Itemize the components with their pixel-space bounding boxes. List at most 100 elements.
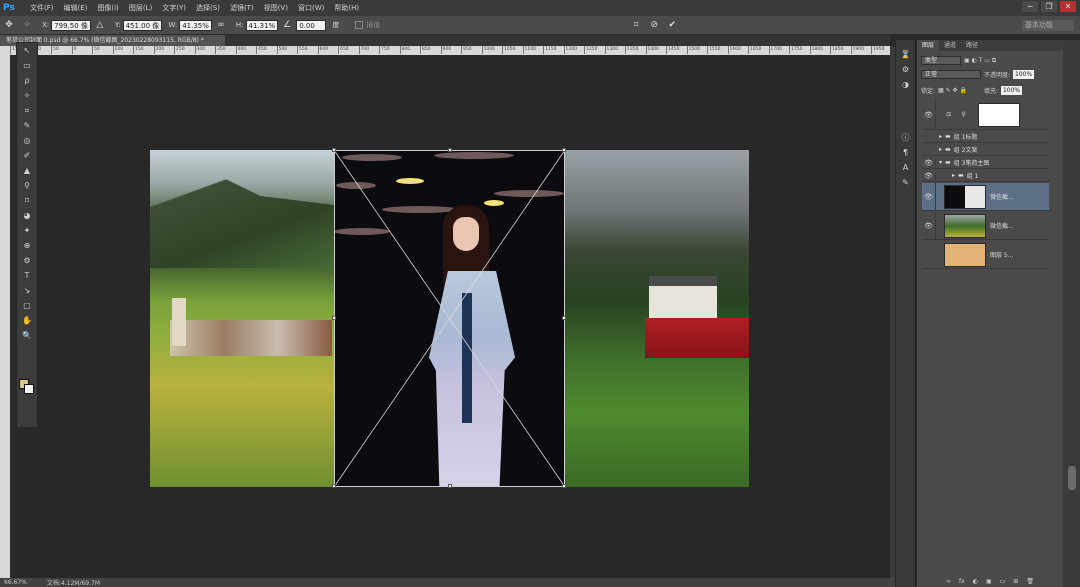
layer-filter-dropdown[interactable]: 类型 (921, 56, 961, 65)
commit-icon[interactable]: ✔ (666, 19, 678, 31)
tool-button[interactable]: ⌑ (18, 194, 36, 207)
collapse-arrow-icon[interactable]: ▾ (939, 159, 942, 166)
tool-button[interactable]: ⌗ (18, 104, 36, 117)
history-icon[interactable]: ⌛ (897, 48, 915, 61)
paragraph-icon[interactable]: ¶ (897, 146, 915, 159)
visibility-eye-icon[interactable]: 👁 (922, 211, 936, 240)
zoom-readout[interactable]: 66.67% (4, 579, 27, 586)
transform-handle[interactable] (448, 484, 452, 488)
expand-arrow-icon[interactable]: ▸ (952, 172, 955, 179)
trash-icon[interactable]: 🗑 (1026, 578, 1034, 587)
transform-handle[interactable] (448, 148, 452, 152)
transform-handle[interactable] (332, 484, 336, 488)
layer-row-subgroup[interactable]: 👁 ▸ ▬ 组 1 (922, 170, 1049, 182)
tool-button[interactable]: ✋ (18, 314, 36, 327)
reference-point-icon[interactable]: ⁘ (21, 19, 33, 31)
canvas-scrollbar[interactable] (890, 46, 895, 578)
tool-button[interactable]: ✐ (18, 149, 36, 162)
tool-button[interactable]: ⚙ (18, 254, 36, 267)
link-icon[interactable]: ∞ (215, 19, 227, 31)
info-icon[interactable]: ⓘ (897, 131, 915, 144)
tool-button[interactable]: ◕ (18, 209, 36, 222)
menu-layer[interactable]: 图层(L) (124, 0, 157, 16)
menu-file[interactable]: 文件(F) (25, 0, 59, 16)
w-input[interactable]: 41.35% (179, 19, 212, 31)
tool-button[interactable]: ρ (18, 74, 36, 87)
transform-handle[interactable] (332, 148, 336, 152)
visibility-eye-icon[interactable]: 👁 (922, 182, 936, 211)
fill-input[interactable]: 100% (1000, 86, 1023, 95)
blend-mode-dropdown[interactable]: 正常 (921, 70, 981, 79)
link-layers-icon[interactable]: ∞ (946, 578, 951, 587)
tool-button[interactable]: ◎ (18, 134, 36, 147)
menu-image[interactable]: 图像(I) (92, 0, 124, 16)
layer-row-group-open[interactable]: 👁 ▾ ▬ 组 3笔荷主图 (922, 157, 1049, 169)
tool-button[interactable]: ✎ (18, 119, 36, 132)
layer-row-adjustment[interactable]: 👁 ⚖ ⚲ (922, 99, 1049, 130)
transform-handle[interactable] (562, 316, 566, 320)
menu-edit[interactable]: 编辑(E) (59, 0, 93, 16)
close-button[interactable]: ✕ (1060, 1, 1076, 12)
tool-button[interactable]: ⚲ (18, 179, 36, 192)
layer-row[interactable]: 👁 微信截... (922, 211, 1049, 240)
layer-row-selected[interactable]: 👁 微信截... (922, 182, 1049, 211)
layer-row-group[interactable]: ▸ ▬ 组 1标题 (922, 131, 1049, 143)
background-color-swatch[interactable] (24, 384, 34, 394)
panel-scroll-thumb[interactable] (1068, 466, 1076, 490)
adjustment-icon[interactable]: ▣ (986, 578, 992, 587)
lock-icons[interactable]: ▦ ✎ ✥ 🔒 (938, 87, 967, 94)
expand-arrow-icon[interactable]: ▸ (939, 146, 942, 153)
tool-button[interactable]: 🔍 (18, 329, 36, 342)
tool-button[interactable]: ↘ (18, 284, 36, 297)
visibility-eye-icon[interactable]: 👁 (922, 158, 936, 167)
layer-row-group[interactable]: ▸ ▬ 组 2文案 (922, 144, 1049, 156)
tool-button[interactable]: ▢ (18, 299, 36, 312)
tool-button[interactable]: ✧ (18, 89, 36, 102)
layer-row[interactable]: 图层 5... (922, 241, 1049, 269)
y-input[interactable]: 451.00 像 (122, 19, 163, 31)
tool-button[interactable]: ↖ (18, 44, 36, 57)
mask-icon[interactable]: ◐ (973, 578, 978, 587)
expand-arrow-icon[interactable]: ▸ (939, 133, 942, 140)
interp-checkbox[interactable] (355, 21, 364, 29)
restore-button[interactable]: ❐ (1041, 1, 1057, 12)
panel-scrollbar[interactable] (1063, 40, 1080, 587)
angle-input[interactable]: 0.00 (296, 19, 327, 31)
tab-layers[interactable]: 图层 (917, 40, 940, 51)
transform-bounding-box[interactable] (332, 148, 566, 488)
fx-icon[interactable]: fx (959, 578, 965, 587)
cancel-icon[interactable]: ⊘ (648, 19, 660, 31)
new-layer-icon[interactable]: ⊞ (1013, 578, 1018, 587)
tool-button[interactable]: T (18, 269, 36, 282)
tab-paths[interactable]: 路径 (961, 40, 983, 51)
transform-handle[interactable] (332, 316, 336, 320)
filter-icons[interactable]: ▣ ◐ T ▭ ⧉ (964, 57, 996, 65)
menu-type[interactable]: 文字(Y) (157, 0, 191, 16)
triangle-icon[interactable]: △ (94, 19, 106, 31)
tab-channels[interactable]: 通道 (939, 40, 961, 51)
adjust-icon[interactable]: ◑ (897, 78, 915, 91)
tool-button[interactable]: ✦ (18, 224, 36, 237)
tool-button[interactable]: ▲ (18, 164, 36, 177)
warp-icon[interactable]: ⌗ (630, 19, 642, 31)
menu-help[interactable]: 帮助(H) (329, 0, 364, 16)
new-group-icon[interactable]: ▭ (1000, 578, 1006, 587)
workspace-dropdown[interactable]: 基本功能 (1022, 20, 1074, 31)
h-input[interactable]: 41.31% (245, 19, 279, 31)
opacity-input[interactable]: 100% (1013, 70, 1035, 79)
visibility-eye-icon[interactable]: 👁 (922, 99, 936, 130)
transform-handle[interactable] (562, 148, 566, 152)
tool-button[interactable]: ▭ (18, 59, 36, 72)
menu-filter[interactable]: 滤镜(T) (225, 0, 259, 16)
character-icon[interactable]: A (897, 161, 915, 174)
minimize-button[interactable]: − (1022, 1, 1038, 12)
menu-view[interactable]: 视图(V) (259, 0, 293, 16)
visibility-eye-icon[interactable]: 👁 (922, 171, 936, 180)
properties-icon[interactable]: ⚙ (897, 63, 915, 76)
menu-window[interactable]: 窗口(W) (293, 0, 329, 16)
brush-preset-icon[interactable]: ✎ (897, 176, 915, 189)
transform-handle[interactable] (562, 484, 566, 488)
tool-button[interactable]: ⊕ (18, 239, 36, 252)
x-input[interactable]: 799.50 像 (51, 19, 91, 31)
move-tool-icon[interactable]: ✥ (3, 19, 15, 31)
